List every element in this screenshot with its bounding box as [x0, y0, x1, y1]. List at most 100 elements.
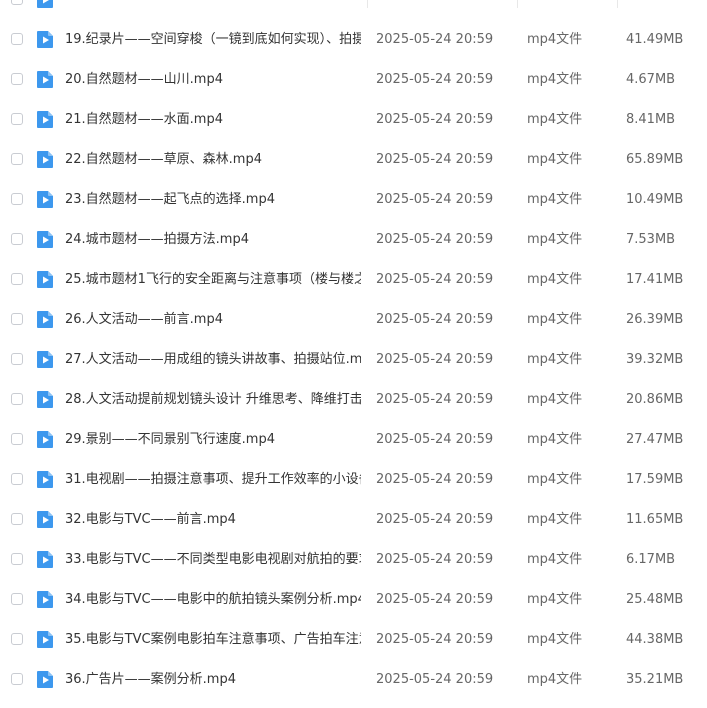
- file-size: 20.86MB: [626, 392, 684, 407]
- file-size: 26.39MB: [626, 312, 684, 327]
- file-name[interactable]: 23.自然题材——起飞点的选择.mp4: [65, 191, 361, 209]
- file-row[interactable]: 22.自然题材——草原、森林.mp4 2025-05-24 20:59 mp4文件 6…: [0, 140, 707, 180]
- file-type: mp4文件: [527, 472, 583, 487]
- file-name[interactable]: 32.电影与TVC——前言.mp4: [65, 511, 361, 529]
- row-checkbox[interactable]: [11, 593, 23, 605]
- video-file-icon: [36, 30, 54, 49]
- file-type: mp4文件: [527, 432, 583, 447]
- file-modified-date: 2025-05-24 20:59: [376, 112, 494, 127]
- video-file-icon: [36, 190, 54, 209]
- file-type: mp4文件: [527, 32, 583, 47]
- file-name[interactable]: 27.人文活动——用成组的镜头讲故事、拍摄站位.mp4: [65, 351, 361, 369]
- file-row[interactable]: 35.电影与TVC案例电影拍车注意事项、广告拍车注意… 2025-05-24 20…: [0, 620, 707, 660]
- file-name[interactable]: 34.电影与TVC——电影中的航拍镜头案例分析.mp4: [65, 591, 361, 609]
- file-size: 10.49MB: [626, 192, 684, 207]
- row-checkbox[interactable]: [11, 553, 23, 565]
- video-file-icon: [36, 430, 54, 449]
- file-row[interactable]: 27.人文活动——用成组的镜头讲故事、拍摄站位.mp4 2025-05-24 20…: [0, 340, 707, 380]
- file-modified-date: 2025-05-24 20:59: [376, 472, 494, 487]
- row-checkbox[interactable]: [11, 313, 23, 325]
- row-checkbox[interactable]: [11, 113, 23, 125]
- row-checkbox[interactable]: [11, 513, 23, 525]
- video-file-icon: [36, 390, 54, 409]
- file-row[interactable]: 32.电影与TVC——前言.mp4 2025-05-24 20:59 mp4文件 11…: [0, 500, 707, 540]
- file-modified-date: 2025-05-24 20:59: [376, 632, 494, 647]
- file-row[interactable]: [0, 0, 707, 20]
- row-checkbox[interactable]: [11, 273, 23, 285]
- file-type: mp4文件: [527, 232, 583, 247]
- file-size: 27.47MB: [626, 432, 684, 447]
- file-row[interactable]: 26.人文活动——前言.mp4 2025-05-24 20:59 mp4文件 26.3…: [0, 300, 707, 340]
- file-modified-date: 2025-05-24 20:59: [376, 352, 494, 367]
- file-modified-date: 2025-05-24 20:59: [376, 592, 494, 607]
- row-checkbox[interactable]: [11, 353, 23, 365]
- file-size: 65.89MB: [626, 152, 684, 167]
- file-modified-date: 2025-05-24 20:59: [376, 512, 494, 527]
- file-name[interactable]: 33.电影与TVC——不同类型电影电视剧对航拍的要求…: [65, 551, 361, 569]
- video-file-icon: [36, 670, 54, 689]
- file-row[interactable]: 24.城市题材——拍摄方法.mp4 2025-05-24 20:59 mp4文件 7.…: [0, 220, 707, 260]
- file-row[interactable]: 33.电影与TVC——不同类型电影电视剧对航拍的要求… 2025-05-24 20…: [0, 540, 707, 580]
- file-size: 4.67MB: [626, 72, 676, 87]
- video-file-icon: [36, 550, 54, 569]
- row-checkbox[interactable]: [11, 673, 23, 685]
- file-row[interactable]: 36.广告片——案例分析.mp4 2025-05-24 20:59 mp4文件 35.…: [0, 660, 707, 700]
- file-size: 39.32MB: [626, 352, 684, 367]
- file-type: mp4文件: [527, 192, 583, 207]
- file-modified-date: 2025-05-24 20:59: [376, 272, 494, 287]
- file-size: 6.17MB: [626, 552, 676, 567]
- row-checkbox[interactable]: [11, 153, 23, 165]
- file-name[interactable]: 35.电影与TVC案例电影拍车注意事项、广告拍车注意…: [65, 631, 361, 649]
- video-file-icon: [36, 270, 54, 289]
- file-row[interactable]: 31.电视剧——拍摄注意事项、提升工作效率的小设备… 2025-05-24 20:…: [0, 460, 707, 500]
- file-row[interactable]: 34.电影与TVC——电影中的航拍镜头案例分析.mp4 2025-05-24 20…: [0, 580, 707, 620]
- row-checkbox[interactable]: [11, 0, 23, 5]
- file-list: 19.纪录片——空间穿梭（一镜到底如何实现）、拍摄… 2025-05-24 20:…: [0, 0, 707, 700]
- file-type: mp4文件: [527, 352, 583, 367]
- row-checkbox[interactable]: [11, 193, 23, 205]
- file-row[interactable]: 29.景别——不同景别飞行速度.mp4 2025-05-24 20:59 mp4文件…: [0, 420, 707, 460]
- file-row[interactable]: 23.自然题材——起飞点的选择.mp4 2025-05-24 20:59 mp4文件…: [0, 180, 707, 220]
- file-name[interactable]: 21.自然题材——水面.mp4: [65, 111, 361, 129]
- file-row[interactable]: 28.人文活动提前规划镜头设计 升维思考、降维打击…. 2025-05-24 20…: [0, 380, 707, 420]
- row-checkbox[interactable]: [11, 433, 23, 445]
- file-name[interactable]: 24.城市题材——拍摄方法.mp4: [65, 231, 361, 249]
- file-type: mp4文件: [527, 272, 583, 287]
- file-name[interactable]: 20.自然题材——山川.mp4: [65, 71, 361, 89]
- file-modified-date: 2025-05-24 20:59: [376, 552, 494, 567]
- file-size: 35.21MB: [626, 672, 684, 687]
- file-size: 25.48MB: [626, 592, 684, 607]
- file-type: mp4文件: [527, 592, 583, 607]
- file-size: 7.53MB: [626, 232, 676, 247]
- row-checkbox[interactable]: [11, 473, 23, 485]
- row-checkbox[interactable]: [11, 233, 23, 245]
- file-row[interactable]: 21.自然题材——水面.mp4 2025-05-24 20:59 mp4文件 8.41…: [0, 100, 707, 140]
- row-checkbox[interactable]: [11, 633, 23, 645]
- file-name[interactable]: 28.人文活动提前规划镜头设计 升维思考、降维打击….: [65, 391, 361, 409]
- file-row[interactable]: 20.自然题材——山川.mp4 2025-05-24 20:59 mp4文件 4.67…: [0, 60, 707, 100]
- file-row[interactable]: 25.城市题材1飞行的安全距离与注意事项（楼与楼之… 2025-05-24 20:…: [0, 260, 707, 300]
- file-name[interactable]: 31.电视剧——拍摄注意事项、提升工作效率的小设备…: [65, 471, 361, 489]
- row-checkbox[interactable]: [11, 393, 23, 405]
- file-name[interactable]: 22.自然题材——草原、森林.mp4: [65, 151, 361, 169]
- row-checkbox[interactable]: [11, 73, 23, 85]
- file-name[interactable]: 26.人文活动——前言.mp4: [65, 311, 361, 329]
- file-size: 17.59MB: [626, 472, 684, 487]
- row-checkbox[interactable]: [11, 33, 23, 45]
- file-row[interactable]: 19.纪录片——空间穿梭（一镜到底如何实现）、拍摄… 2025-05-24 20:…: [0, 20, 707, 60]
- video-file-icon: [36, 70, 54, 89]
- file-type: mp4文件: [527, 672, 583, 687]
- file-modified-date: 2025-05-24 20:59: [376, 672, 494, 687]
- file-modified-date: 2025-05-24 20:59: [376, 432, 494, 447]
- video-file-icon: [36, 630, 54, 649]
- file-name[interactable]: 19.纪录片——空间穿梭（一镜到底如何实现）、拍摄…: [65, 31, 361, 49]
- file-type: mp4文件: [527, 312, 583, 327]
- file-type: mp4文件: [527, 152, 583, 167]
- file-size: 41.49MB: [626, 32, 684, 47]
- file-name[interactable]: 36.广告片——案例分析.mp4: [65, 671, 361, 689]
- video-file-icon: [36, 0, 54, 9]
- file-modified-date: 2025-05-24 20:59: [376, 32, 494, 47]
- file-name[interactable]: 29.景别——不同景别飞行速度.mp4: [65, 431, 361, 449]
- file-modified-date: 2025-05-24 20:59: [376, 192, 494, 207]
- file-name[interactable]: 25.城市题材1飞行的安全距离与注意事项（楼与楼之…: [65, 271, 361, 289]
